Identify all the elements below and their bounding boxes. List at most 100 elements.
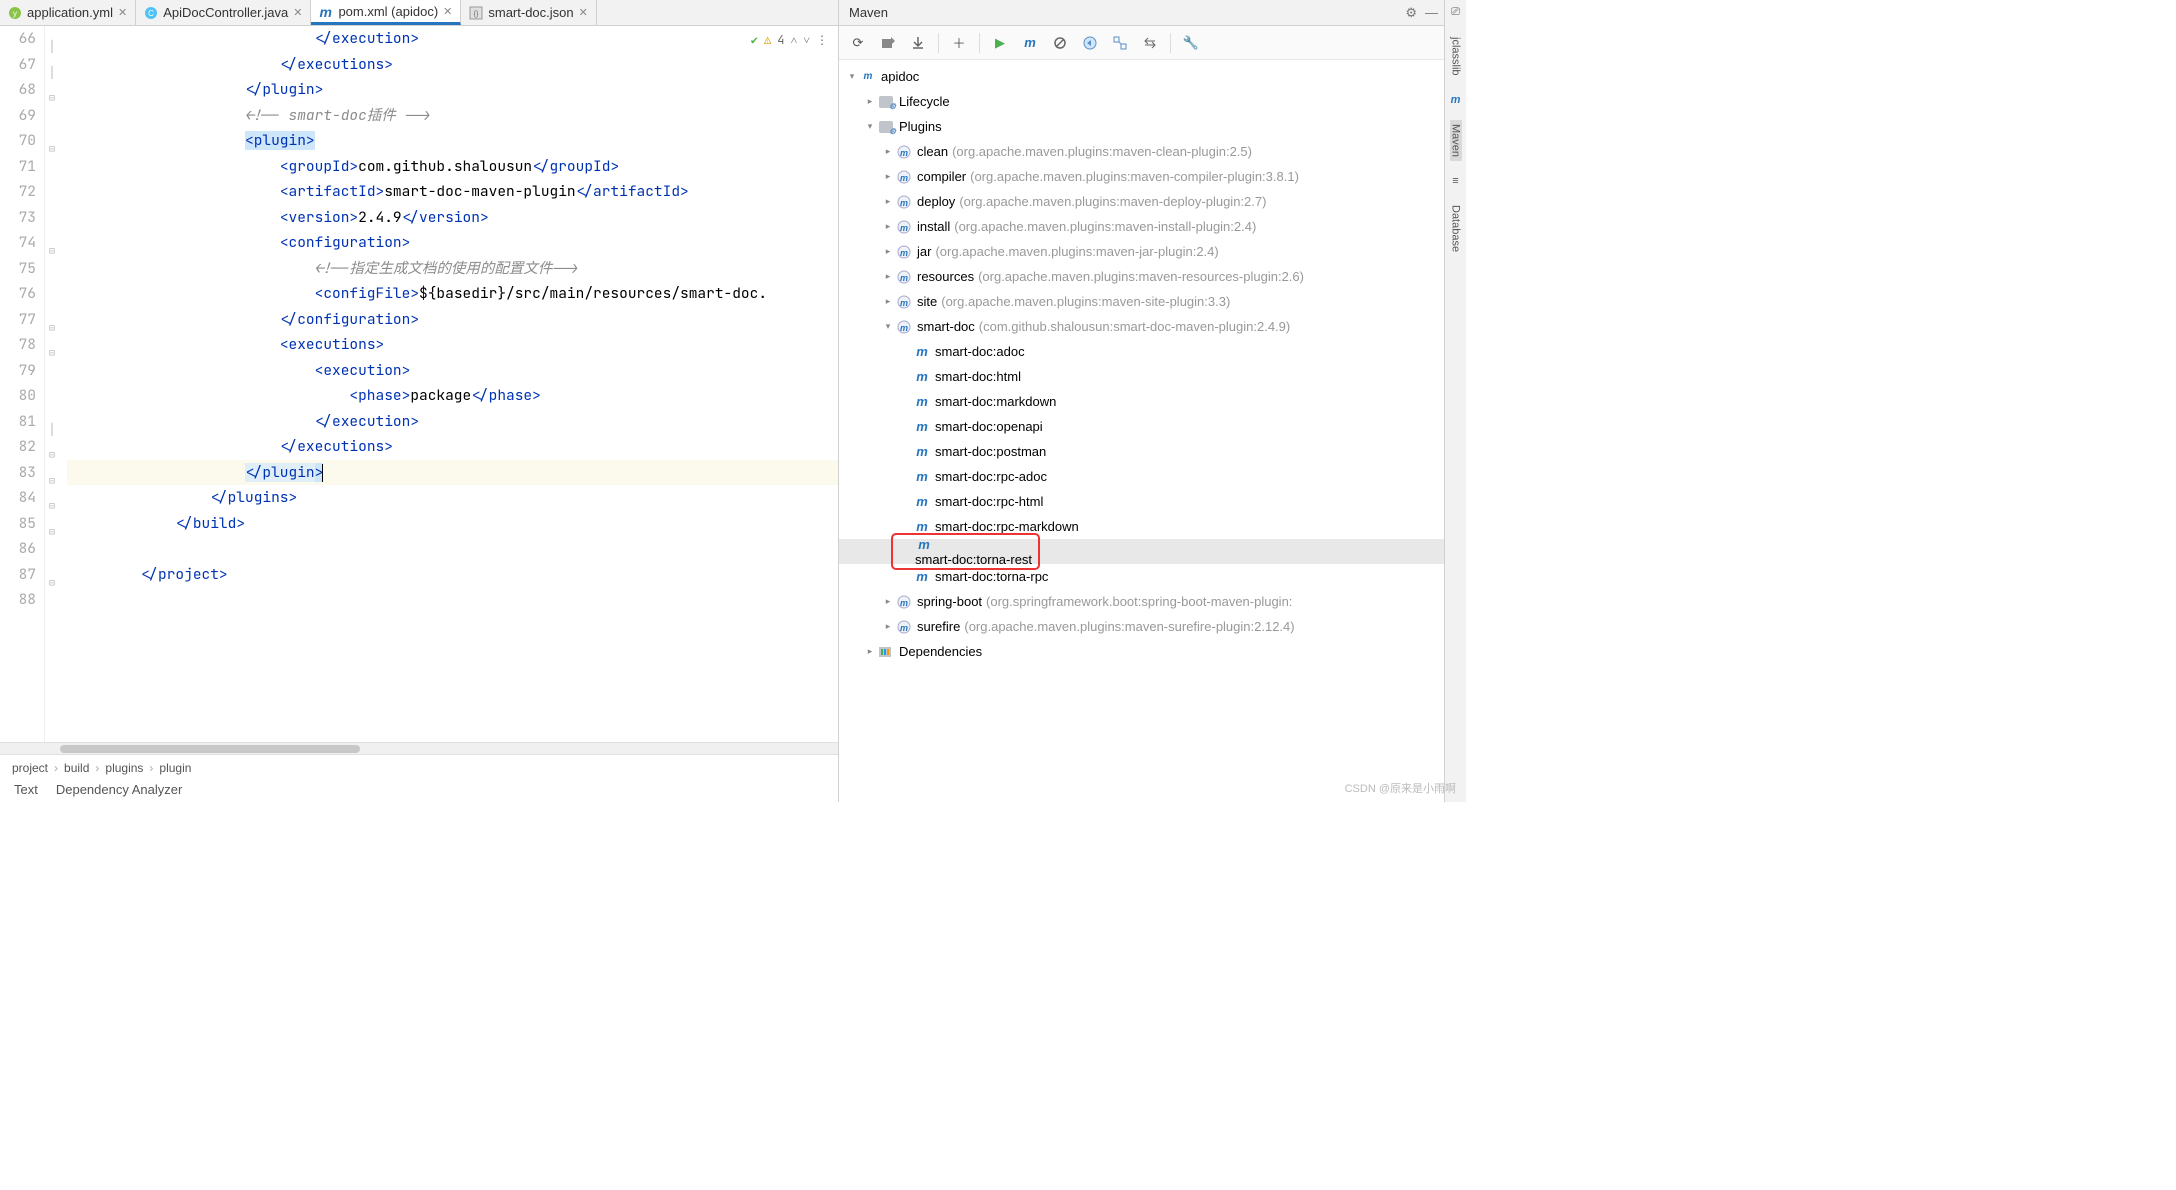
tree-node-lifecycle[interactable]: ▸Lifecycle: [839, 89, 1444, 114]
tree-arrow-icon[interactable]: ▾: [881, 321, 895, 332]
wrench-icon[interactable]: 🔧: [1178, 30, 1204, 56]
svg-text:m: m: [900, 598, 908, 608]
close-icon[interactable]: ✕: [118, 6, 127, 19]
svg-text:m: m: [900, 198, 908, 208]
breadcrumb[interactable]: project›build›plugins›plugin: [0, 754, 838, 780]
svg-text:m: m: [900, 623, 908, 633]
svg-text:m: m: [900, 248, 908, 258]
tree-node-smart-doc-html[interactable]: msmart-doc:html: [839, 364, 1444, 389]
tree-node-smart-doc-openapi[interactable]: msmart-doc:openapi: [839, 414, 1444, 439]
tree-node-dependencies[interactable]: ▸Dependencies: [839, 639, 1444, 664]
tree-arrow-icon[interactable]: ▸: [881, 296, 895, 307]
tree-node-smart-doc-torna-rest[interactable]: msmart-doc:torna-rest: [839, 539, 1444, 564]
check-icon: ✔: [751, 28, 758, 54]
close-icon[interactable]: ✕: [579, 6, 588, 19]
tree-arrow-icon[interactable]: ▸: [863, 96, 877, 107]
tree-node-smart-doc-markdown[interactable]: msmart-doc:markdown: [839, 389, 1444, 414]
tab-application-yml[interactable]: yapplication.yml✕: [0, 0, 136, 25]
tree-arrow-icon[interactable]: ▸: [881, 621, 895, 632]
sidebar-maven[interactable]: Maven: [1450, 120, 1462, 161]
horizontal-scrollbar[interactable]: [0, 742, 838, 754]
tree-arrow-icon[interactable]: ▸: [881, 146, 895, 157]
editor[interactable]: ✔ ⚠ 4 ˄ ˅ ⋮ 6667686970717273747576777879…: [0, 26, 838, 742]
collapse-all-icon[interactable]: [1137, 30, 1163, 56]
tree-node-smart-doc-torna-rpc[interactable]: msmart-doc:torna-rpc: [839, 564, 1444, 589]
svg-text:m: m: [900, 273, 908, 283]
bottom-tab-dependency-analyzer[interactable]: Dependency Analyzer: [56, 782, 182, 800]
tree-arrow-icon[interactable]: ▸: [863, 646, 877, 657]
tree-arrow-icon[interactable]: ▾: [863, 121, 877, 132]
file-icon: C: [144, 6, 158, 20]
fold-gutter[interactable]: ││⊟⊟⊟⊟⊟│⊟⊟⊟⊟⊟: [45, 26, 67, 742]
svg-text:C: C: [148, 9, 154, 18]
close-icon[interactable]: ✕: [443, 5, 452, 18]
add-icon[interactable]: ＋: [946, 30, 972, 56]
svg-text:m: m: [900, 223, 908, 233]
reload-icon[interactable]: ⟳: [845, 30, 871, 56]
svg-text:m: m: [900, 323, 908, 333]
crumb-project[interactable]: project: [12, 761, 48, 775]
maven-toolbar: ⟳ ＋ ▶ m 🔧: [839, 26, 1444, 60]
svg-text:{}: {}: [474, 11, 479, 18]
tree-arrow-icon[interactable]: ▸: [881, 596, 895, 607]
tree-arrow-icon[interactable]: ▸: [881, 271, 895, 282]
tree-node-resources[interactable]: ▸mresources(org.apache.maven.plugins:mav…: [839, 264, 1444, 289]
run-icon[interactable]: ▶: [987, 30, 1013, 56]
tree-node-surefire[interactable]: ▸msurefire(org.apache.maven.plugins:mave…: [839, 614, 1444, 639]
tree-arrow-icon[interactable]: ▸: [881, 171, 895, 182]
line-gutter: 6667686970717273747576777879808182838485…: [0, 26, 45, 742]
gear-icon[interactable]: ⚙: [1405, 5, 1417, 21]
maven-title: Maven: [849, 5, 888, 20]
crumb-plugin[interactable]: plugin: [159, 761, 191, 775]
generate-sources-icon[interactable]: [875, 30, 901, 56]
code-area[interactable]: </execution> </executions> </plugin> <!-…: [67, 26, 838, 742]
tab-smart-doc-json[interactable]: {}smart-doc.json✕: [461, 0, 596, 25]
svg-text:m: m: [900, 148, 908, 158]
tree-arrow-icon[interactable]: ▸: [881, 221, 895, 232]
minimize-icon[interactable]: —: [1425, 5, 1438, 21]
editor-tabs: yapplication.yml✕CApiDocController.java✕…: [0, 0, 838, 26]
tree-arrow-icon[interactable]: ▾: [845, 71, 859, 82]
tree-node-install[interactable]: ▸minstall(org.apache.maven.plugins:maven…: [839, 214, 1444, 239]
maven-m-icon[interactable]: m: [1017, 30, 1043, 56]
watermark: CSDN @原来是小雨啊: [1345, 780, 1456, 796]
tab-apidoccontroller-java[interactable]: CApiDocController.java✕: [136, 0, 311, 25]
tree-node-spring-boot[interactable]: ▸mspring-boot(org.springframework.boot:s…: [839, 589, 1444, 614]
file-icon: y: [8, 6, 22, 20]
svg-text:m: m: [900, 173, 908, 183]
maven-tree[interactable]: ▾mapidoc▸Lifecycle▾Plugins▸mclean(org.ap…: [839, 60, 1444, 802]
tree-node-smart-doc-rpc-adoc[interactable]: msmart-doc:rpc-adoc: [839, 464, 1444, 489]
chevron-down-icon[interactable]: ˅: [803, 28, 810, 54]
bottom-tab-text[interactable]: Text: [14, 782, 38, 800]
tree-node-site[interactable]: ▸msite(org.apache.maven.plugins:maven-si…: [839, 289, 1444, 314]
editor-inspection-status: ✔ ⚠ 4 ˄ ˅ ⋮: [751, 28, 828, 54]
show-dependencies-icon[interactable]: [1107, 30, 1133, 56]
warning-count: 4: [777, 28, 784, 54]
download-icon[interactable]: [905, 30, 931, 56]
tree-node-deploy[interactable]: ▸mdeploy(org.apache.maven.plugins:maven-…: [839, 189, 1444, 214]
sidebar-database[interactable]: Database: [1450, 201, 1462, 256]
tree-node-clean[interactable]: ▸mclean(org.apache.maven.plugins:maven-c…: [839, 139, 1444, 164]
chevron-up-icon[interactable]: ˄: [790, 28, 797, 54]
tree-node-jar[interactable]: ▸mjar(org.apache.maven.plugins:maven-jar…: [839, 239, 1444, 264]
more-icon[interactable]: ⋮: [816, 28, 828, 54]
tree-node-plugins[interactable]: ▾Plugins: [839, 114, 1444, 139]
sidebar-jclasslib[interactable]: jclasslib: [1450, 33, 1462, 80]
tree-node-apidoc[interactable]: ▾mapidoc: [839, 64, 1444, 89]
toggle-skip-tests-icon[interactable]: [1047, 30, 1073, 56]
toggle-offline-icon[interactable]: [1077, 30, 1103, 56]
tree-arrow-icon[interactable]: ▸: [881, 246, 895, 257]
tree-node-smart-doc-adoc[interactable]: msmart-doc:adoc: [839, 339, 1444, 364]
svg-text:m: m: [900, 298, 908, 308]
tree-node-smart-doc[interactable]: ▾msmart-doc(com.github.shalousun:smart-d…: [839, 314, 1444, 339]
crumb-build[interactable]: build: [64, 761, 89, 775]
highlighted-goal: msmart-doc:torna-rest: [891, 533, 1040, 570]
tree-node-smart-doc-rpc-html[interactable]: msmart-doc:rpc-html: [839, 489, 1444, 514]
tree-node-compiler[interactable]: ▸mcompiler(org.apache.maven.plugins:mave…: [839, 164, 1444, 189]
editor-bottom-tabs[interactable]: Text Dependency Analyzer: [0, 780, 838, 802]
tab-pom-xml-apidoc-[interactable]: mpom.xml (apidoc)✕: [311, 0, 461, 25]
tree-node-smart-doc-postman[interactable]: msmart-doc:postman: [839, 439, 1444, 464]
tree-arrow-icon[interactable]: ▸: [881, 196, 895, 207]
close-icon[interactable]: ✕: [293, 6, 302, 19]
crumb-plugins[interactable]: plugins: [105, 761, 143, 775]
